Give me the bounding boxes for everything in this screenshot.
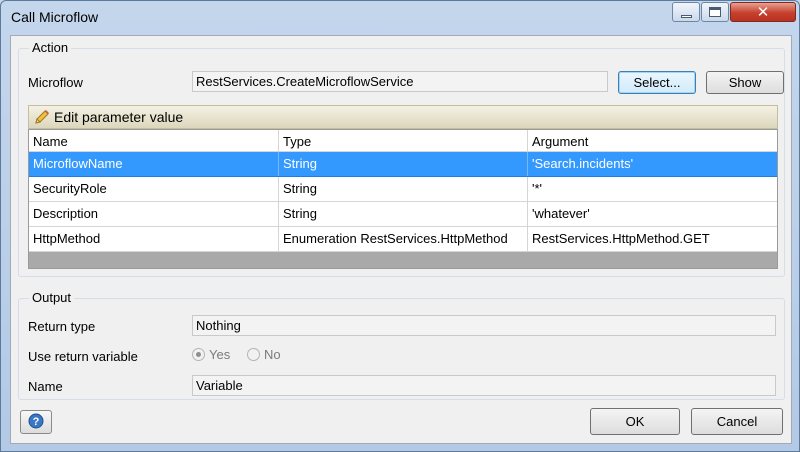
table-cell: MicroflowName xyxy=(29,152,279,176)
edit-parameter-label: Edit parameter value xyxy=(54,109,184,125)
action-group-label: Action xyxy=(29,40,72,55)
svg-text:?: ? xyxy=(33,416,40,428)
help-icon: ? xyxy=(28,413,44,432)
table-cell: String xyxy=(279,202,528,226)
dialog-body: Action Microflow RestServices.CreateMicr… xyxy=(10,35,792,444)
table-cell: 'Search.incidents' xyxy=(532,156,634,171)
action-group: Action Microflow RestServices.CreateMicr… xyxy=(18,40,785,277)
table-cell: HttpMethod xyxy=(29,227,279,251)
microflow-label: Microflow xyxy=(28,75,83,90)
variable-name-field[interactable]: Variable xyxy=(192,375,776,396)
pencil-icon xyxy=(33,108,51,126)
table-row[interactable]: Description String 'whatever' xyxy=(29,202,777,227)
no-radio-label: No xyxy=(264,347,281,362)
table-row[interactable]: MicroflowName String 'Search.incidents' xyxy=(29,152,777,177)
window-title: Call Microflow xyxy=(11,9,99,25)
table-cell: Description xyxy=(29,202,279,226)
title-bar: Call Microflow ✕ xyxy=(1,1,799,35)
output-group-label: Output xyxy=(29,290,75,305)
microflow-field[interactable]: RestServices.CreateMicroflowService xyxy=(192,71,608,92)
cancel-button[interactable]: Cancel xyxy=(691,408,783,435)
table-cell: SecurityRole xyxy=(29,177,279,201)
table-cell: String xyxy=(279,152,528,176)
table-cell: String xyxy=(279,177,528,201)
table-cell: 'whatever' xyxy=(532,206,590,221)
name-label: Name xyxy=(28,379,63,394)
close-button[interactable]: ✕ xyxy=(730,2,796,22)
table-header: Name Type Argument xyxy=(29,130,777,152)
call-microflow-dialog: Call Microflow ✕ Action Microflow RestSe… xyxy=(0,0,800,452)
table-cell: Enumeration RestServices.HttpMethod xyxy=(279,227,528,251)
help-button[interactable]: ? xyxy=(20,410,52,434)
yes-radio[interactable]: Yes xyxy=(192,347,230,362)
return-type-field[interactable]: Nothing xyxy=(192,315,776,336)
table-cell: RestServices.HttpMethod.GET xyxy=(532,231,710,246)
select-button[interactable]: Select... xyxy=(618,71,696,94)
table-row[interactable]: HttpMethod Enumeration RestServices.Http… xyxy=(29,227,777,252)
output-group: Output Return type Nothing Use return va… xyxy=(18,290,785,400)
column-header-argument[interactable]: Argument xyxy=(528,130,777,151)
minimize-icon xyxy=(680,14,692,18)
no-radio[interactable]: No xyxy=(247,347,281,362)
column-header-type[interactable]: Type xyxy=(279,130,528,151)
table-row[interactable]: SecurityRole String '*' xyxy=(29,177,777,202)
close-icon: ✕ xyxy=(756,3,770,21)
radio-selected-icon xyxy=(192,348,205,361)
yes-radio-label: Yes xyxy=(209,347,231,362)
return-type-label: Return type xyxy=(28,319,96,334)
use-return-variable-label: Use return variable xyxy=(28,349,138,364)
table-cell: '*' xyxy=(532,181,543,196)
maximize-button[interactable] xyxy=(701,2,729,22)
show-button[interactable]: Show xyxy=(706,71,784,94)
maximize-icon xyxy=(709,7,721,17)
ok-button[interactable]: OK xyxy=(590,408,680,435)
parameter-table: Name Type Argument MicroflowName String … xyxy=(28,129,778,269)
edit-parameter-button[interactable]: Edit parameter value xyxy=(28,105,778,129)
radio-unselected-icon xyxy=(247,348,260,361)
column-header-name[interactable]: Name xyxy=(29,130,279,151)
minimize-button[interactable] xyxy=(672,2,700,22)
